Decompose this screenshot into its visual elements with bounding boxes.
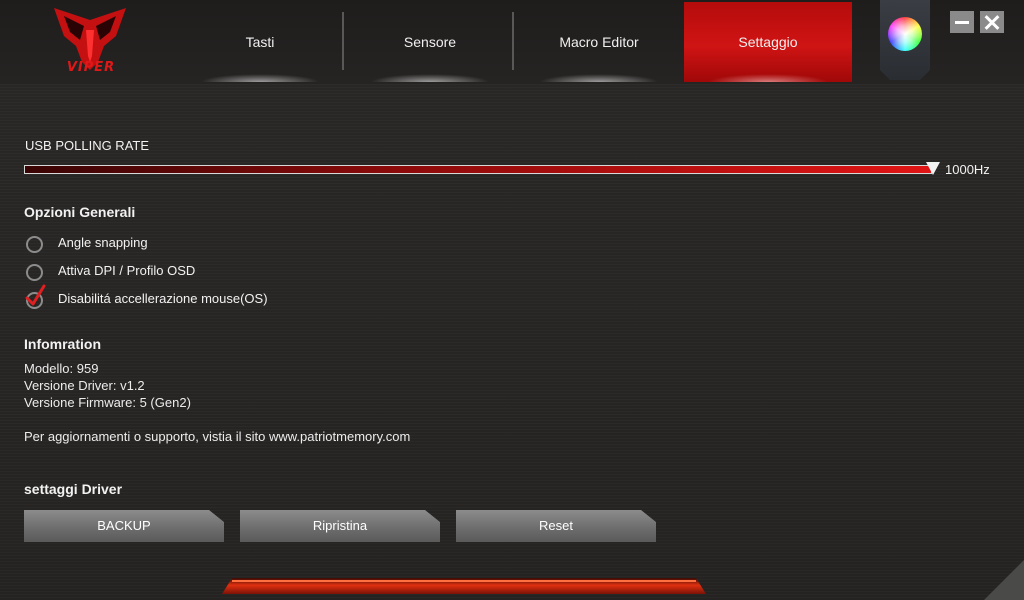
- tab-divider: [342, 12, 344, 70]
- support-text: Per aggiornamenti o supporto, vistia il …: [24, 429, 411, 444]
- polling-rate-value: 1000Hz: [945, 162, 990, 177]
- driver-version-text: Versione Driver: v1.2: [24, 378, 145, 393]
- logo-wordmark: VIPER: [66, 60, 116, 75]
- unchecked-radio-icon: [26, 236, 43, 253]
- tab-label: Sensore: [403, 34, 457, 50]
- tab-glow: [370, 74, 490, 82]
- tab-label: Tasti: [245, 34, 275, 50]
- reset-button[interactable]: Reset: [456, 510, 656, 542]
- bottom-accent-line: [232, 580, 696, 582]
- option-label: Disabilitá accellerazione mouse(OS): [58, 291, 268, 306]
- checkmark-icon: [25, 284, 46, 306]
- tab-sensore[interactable]: Sensore: [346, 2, 514, 82]
- app-window: VIPER Tasti Sensore Macro Editor Settagg…: [0, 0, 1024, 600]
- option-dpi-osd[interactable]: Attiva DPI / Profilo OSD: [24, 262, 244, 282]
- tab-macro-editor[interactable]: Macro Editor: [515, 2, 683, 82]
- close-button[interactable]: [980, 11, 1004, 33]
- model-text: Modello: 959: [24, 361, 99, 376]
- option-label: Attiva DPI / Profilo OSD: [58, 263, 196, 278]
- color-wheel-icon: [888, 17, 922, 51]
- polling-rate-fill: [25, 166, 931, 173]
- firmware-version-text: Versione Firmware: 5 (Gen2): [24, 395, 191, 410]
- general-options-heading: Opzioni Generali: [24, 204, 136, 220]
- option-label: Angle snapping: [58, 235, 148, 250]
- tab-glow: [200, 74, 320, 82]
- backup-button[interactable]: BACKUP: [24, 510, 224, 542]
- tab-settaggio[interactable]: Settaggio: [684, 2, 852, 82]
- tab-glow: [708, 74, 828, 82]
- tab-divider: [512, 12, 514, 70]
- restore-button[interactable]: Ripristina: [240, 510, 440, 542]
- driver-settings-heading: settaggi Driver: [24, 481, 123, 497]
- information-heading: Infomration: [24, 336, 101, 352]
- tab-glow: [539, 74, 659, 82]
- minimize-button[interactable]: [950, 11, 974, 33]
- tab-tasti[interactable]: Tasti: [176, 2, 344, 82]
- polling-rate-slider[interactable]: [24, 165, 932, 174]
- tab-label: Settaggio: [738, 34, 798, 50]
- unchecked-radio-icon: [26, 264, 43, 281]
- tab-label: Macro Editor: [559, 34, 639, 50]
- option-disable-acceleration[interactable]: Disabilitá accellerazione mouse(OS): [24, 284, 324, 310]
- top-bar: VIPER Tasti Sensore Macro Editor Settagg…: [0, 0, 1024, 84]
- polling-rate-label: USB POLLING RATE: [25, 138, 150, 153]
- lighting-color-button[interactable]: [880, 0, 930, 80]
- option-angle-snapping[interactable]: Angle snapping: [24, 234, 224, 254]
- polling-rate-thumb[interactable]: [926, 162, 940, 175]
